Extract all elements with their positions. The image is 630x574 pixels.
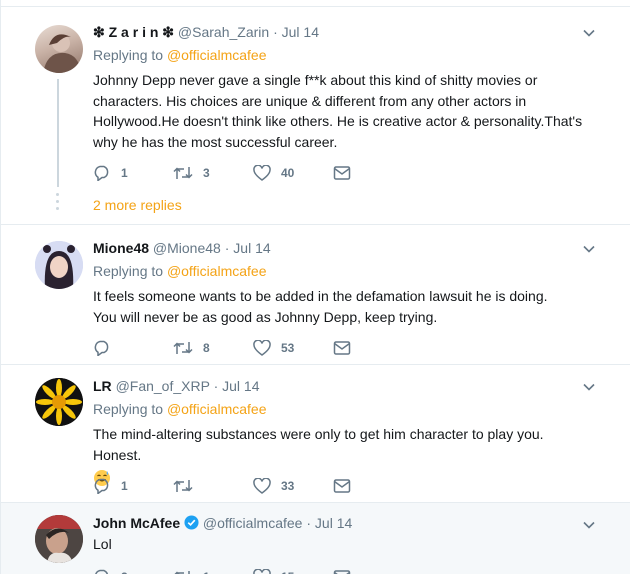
like-button[interactable]: 40	[253, 163, 333, 183]
heart-icon	[253, 478, 271, 494]
tweet-header: Mione48 @Mione48 · Jul 14	[93, 239, 595, 257]
verified-badge-icon	[184, 515, 199, 530]
replying-to: Replying to @officialmcafee	[93, 400, 595, 418]
display-name[interactable]: LR	[93, 378, 112, 394]
tweet-header: John McAfee @officialmcafee · Jul 14	[93, 514, 595, 532]
avatar[interactable]	[35, 241, 83, 289]
reply-button[interactable]: 2	[93, 567, 173, 574]
tweet-text-line: The mind-altering substances were only t…	[93, 426, 544, 463]
chevron-down-icon[interactable]	[583, 243, 595, 255]
tweet-header: LR @Fan_of_XRP · Jul 14	[93, 377, 595, 395]
like-button[interactable]: 53	[253, 338, 333, 358]
dm-button[interactable]	[333, 476, 413, 496]
retweet-icon	[173, 342, 193, 354]
replying-to: Replying to @officialmcafee	[93, 262, 595, 280]
tweet-header: ❇ Z a r i n ❇ @Sarah_Zarin · Jul 14	[93, 23, 595, 41]
separator-dot: ·	[213, 378, 219, 394]
like-button[interactable]: 33	[253, 476, 333, 496]
tweet-actions: 1 3 40	[93, 163, 413, 183]
separator-dot: ·	[224, 240, 230, 256]
tweet-mione48[interactable]: Mione48 @Mione48 · Jul 14 Replying to @o…	[1, 224, 630, 364]
retweet-icon	[173, 167, 193, 179]
retweet-count: 3	[203, 166, 210, 180]
thread-line	[57, 79, 59, 187]
envelope-icon	[333, 570, 351, 574]
dm-button[interactable]	[333, 338, 413, 358]
replying-to-link[interactable]: @officialmcafee	[167, 47, 267, 63]
retweet-button[interactable]: 8	[173, 338, 253, 358]
timestamp[interactable]: Jul 14	[282, 24, 319, 40]
reply-icon	[94, 340, 109, 356]
reply-count: 1	[121, 479, 128, 493]
avatar[interactable]	[35, 378, 83, 426]
separator-dot: ·	[306, 515, 312, 531]
tweet-text: Lol	[93, 536, 112, 552]
like-count: 40	[281, 166, 295, 180]
tweet-actions: 8 53	[93, 338, 413, 358]
retweet-count: 1	[203, 570, 210, 574]
like-count: 15	[281, 570, 294, 574]
display-name[interactable]: ❇ Z a r i n ❇	[93, 24, 174, 40]
heart-icon	[253, 340, 271, 356]
thread-dots	[55, 193, 61, 214]
reply-button[interactable]	[93, 338, 173, 358]
display-name[interactable]: Mione48	[93, 240, 149, 256]
reply-icon	[94, 478, 109, 494]
replying-to-link[interactable]: @officialmcafee	[167, 401, 267, 417]
separator-dot: ·	[273, 24, 278, 40]
like-button[interactable]: 15	[253, 567, 333, 574]
envelope-icon	[333, 166, 351, 180]
reply-icon	[95, 569, 108, 574]
dm-button[interactable]	[333, 567, 413, 574]
timestamp[interactable]: Jul 14	[233, 240, 270, 256]
envelope-icon	[333, 341, 351, 355]
user-handle[interactable]: @Mione48	[153, 240, 221, 256]
display-name[interactable]: John McAfee	[93, 515, 180, 531]
replying-to-link[interactable]: @officialmcafee	[167, 263, 267, 279]
avatar[interactable]	[35, 515, 83, 563]
replying-to-label: Replying to	[93, 263, 164, 279]
replying-to-label: Replying to	[93, 47, 164, 63]
tweet-feed: ❇ Z a r i n ❇ @Sarah_Zarin · Jul 14 Repl…	[0, 0, 630, 574]
replying-to-label: Replying to	[93, 401, 164, 417]
tweet-zarin[interactable]: ❇ Z a r i n ❇ @Sarah_Zarin · Jul 14 Repl…	[1, 6, 630, 224]
reply-count: 1	[121, 166, 128, 180]
more-replies-link[interactable]: 2 more replies	[93, 197, 182, 213]
like-count: 53	[281, 341, 295, 355]
envelope-icon	[333, 479, 351, 493]
reply-count: 2	[121, 570, 128, 574]
retweet-button[interactable]: 3	[173, 163, 253, 183]
user-handle[interactable]: @Sarah_Zarin	[178, 24, 269, 40]
heart-icon	[253, 569, 271, 574]
timestamp[interactable]: Jul 14	[315, 515, 352, 531]
tweet-text-line: It feels someone wants to be added in th…	[93, 288, 548, 304]
retweet-icon	[174, 571, 190, 574]
tweet-john-mcafee[interactable]: John McAfee @officialmcafee · Jul 14 Lol…	[1, 502, 630, 574]
replying-to: Replying to @officialmcafee	[93, 46, 595, 64]
tweet-text: It feels someone wants to be added in th…	[93, 286, 595, 327]
user-handle[interactable]: @Fan_of_XRP	[116, 378, 210, 394]
retweet-icon	[173, 480, 193, 492]
user-handle[interactable]: @officialmcafee	[203, 515, 303, 531]
reply-icon	[94, 165, 109, 181]
like-count: 33	[281, 479, 295, 493]
chevron-down-icon[interactable]	[583, 519, 595, 531]
reply-button[interactable]: 1	[93, 163, 173, 183]
retweet-button[interactable]: 1	[173, 567, 253, 574]
timestamp[interactable]: Jul 14	[222, 378, 259, 394]
chevron-down-icon[interactable]	[583, 381, 595, 393]
tweet-actions: 1 33	[93, 476, 413, 496]
tweet-actions: 2 1 15	[93, 567, 413, 574]
reply-button[interactable]: 1	[93, 476, 173, 496]
dm-button[interactable]	[333, 163, 413, 183]
tweet-lr[interactable]: LR @Fan_of_XRP · Jul 14 Replying to @off…	[1, 364, 630, 502]
retweet-button[interactable]	[173, 476, 253, 496]
tweet-text-line: You will never be as good as Johnny Depp…	[93, 308, 438, 325]
heart-icon	[253, 165, 271, 181]
tweet-text: Johnny Depp never gave a single f**k abo…	[93, 72, 583, 150]
avatar[interactable]	[35, 25, 83, 73]
retweet-count: 8	[203, 341, 210, 355]
chevron-down-icon[interactable]	[583, 27, 595, 39]
